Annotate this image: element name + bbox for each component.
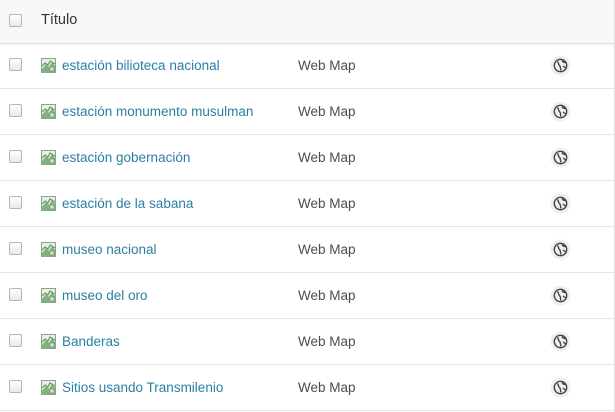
content-table: Título estación bilioteca nacional Web M… — [0, 0, 615, 412]
row-checkbox[interactable] — [9, 104, 22, 117]
web-map-icon — [41, 380, 56, 395]
table-row: estación monumento musulman Web Map — [0, 89, 615, 135]
public-globe-icon[interactable] — [550, 285, 571, 306]
item-title-link[interactable]: estación gobernación — [62, 150, 190, 165]
item-title-link[interactable]: estación bilioteca nacional — [62, 58, 220, 73]
table-row: museo del oro Web Map — [0, 273, 615, 319]
web-map-icon — [41, 242, 56, 257]
row-checkbox[interactable] — [9, 288, 22, 301]
public-globe-icon[interactable] — [550, 147, 571, 168]
table-row: Sitios usando Transmilenio Web Map — [0, 365, 615, 411]
row-checkbox[interactable] — [9, 334, 22, 347]
table-row: estación gobernación Web Map — [0, 135, 615, 181]
web-map-icon — [41, 334, 56, 349]
table-row: museo nacional Web Map — [0, 227, 615, 273]
row-checkbox[interactable] — [9, 150, 22, 163]
item-type: Web Map — [298, 242, 356, 257]
web-map-icon — [41, 104, 56, 119]
item-title-link[interactable]: museo nacional — [62, 242, 157, 257]
row-checkbox[interactable] — [9, 58, 22, 71]
select-all-checkbox[interactable] — [9, 14, 22, 27]
item-title-link[interactable]: estación monumento musulman — [62, 104, 253, 119]
web-map-icon — [41, 58, 56, 73]
web-map-icon — [41, 150, 56, 165]
public-globe-icon[interactable] — [550, 331, 571, 352]
item-type: Web Map — [298, 104, 356, 119]
table-row: estación bilioteca nacional Web Map — [0, 43, 615, 89]
table-header: Título — [0, 0, 615, 44]
row-checkbox[interactable] — [9, 242, 22, 255]
table-row: estación de la sabana Web Map — [0, 181, 615, 227]
row-checkbox[interactable] — [9, 196, 22, 209]
web-map-icon — [41, 196, 56, 211]
web-map-icon — [41, 288, 56, 303]
item-type: Web Map — [298, 380, 356, 395]
item-type: Web Map — [298, 58, 356, 73]
table-row: Banderas Web Map — [0, 319, 615, 365]
item-type: Web Map — [298, 288, 356, 303]
item-title-link[interactable]: estación de la sabana — [62, 196, 193, 211]
item-type: Web Map — [298, 334, 356, 349]
column-header-title[interactable]: Título — [41, 12, 77, 28]
item-type: Web Map — [298, 150, 356, 165]
public-globe-icon[interactable] — [550, 377, 571, 398]
public-globe-icon[interactable] — [550, 101, 571, 122]
item-title-link[interactable]: Banderas — [62, 334, 120, 349]
public-globe-icon[interactable] — [550, 239, 571, 260]
row-checkbox[interactable] — [9, 380, 22, 393]
item-title-link[interactable]: Sitios usando Transmilenio — [62, 380, 223, 395]
item-type: Web Map — [298, 196, 356, 211]
item-title-link[interactable]: museo del oro — [62, 288, 148, 303]
public-globe-icon[interactable] — [550, 193, 571, 214]
public-globe-icon[interactable] — [550, 55, 571, 76]
